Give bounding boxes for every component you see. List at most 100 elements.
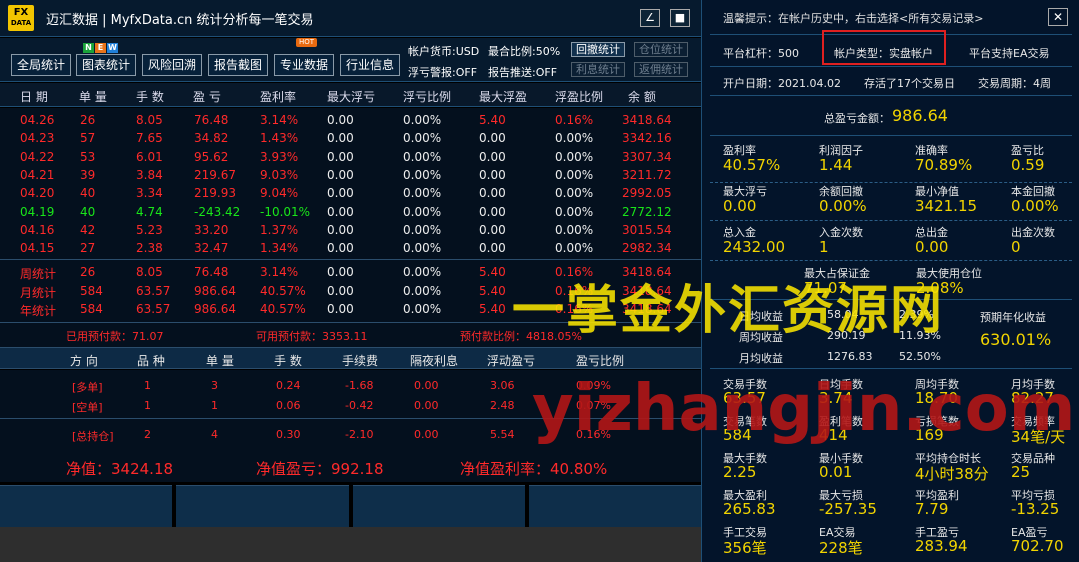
cell-rate: 1.43%: [260, 131, 299, 146]
annual-return-label: 预期年化收益: [980, 311, 1046, 324]
divider: [710, 182, 1072, 183]
cell-balance: 3418.64: [622, 113, 672, 127]
cell-lots: 4.74: [136, 204, 163, 219]
watermark-url: yizhangjin.com: [532, 372, 1076, 446]
cell-orders: 584: [80, 283, 103, 298]
close-button[interactable]: ✕: [1048, 8, 1068, 26]
divider: [710, 260, 1072, 261]
global-stats-button[interactable]: 全局统计: [11, 54, 72, 76]
cell-date: 周统计: [20, 267, 57, 281]
chart-stats-button[interactable]: 图表统计: [76, 54, 137, 76]
used-margin: 已用预付款：71.07: [66, 330, 164, 343]
cell-date: 04.23: [20, 131, 55, 146]
col-commission: 手续费: [342, 354, 379, 368]
cell-lots: 63.57: [136, 283, 171, 298]
divider: [710, 135, 1072, 136]
position-stats-button[interactable]: 仓位统计: [634, 42, 688, 57]
cell-date: 04.15: [20, 241, 55, 256]
cell-date: 04.16: [20, 222, 55, 237]
cell-date: 04.22: [20, 149, 55, 164]
cell-max-float-loss: 0.00: [327, 149, 354, 164]
watermark-cn: 一掌金外汇资源网: [512, 281, 945, 341]
cell-rate: 3.14%: [260, 265, 299, 279]
position-cell: 0.00: [414, 379, 439, 392]
bottom-tab[interactable]: [528, 485, 701, 527]
stat-value: 3421.15: [915, 197, 978, 215]
cell-max-float-loss: 0.00: [327, 302, 354, 316]
bottom-tab[interactable]: [176, 485, 349, 527]
cell-float-loss-ratio: 0.00%: [403, 265, 442, 279]
col-pnl: 盈 亏: [193, 90, 221, 104]
stat-value: 228笔: [819, 539, 863, 557]
cell-rate: 40.57%: [260, 302, 306, 316]
cell-float-loss-ratio: 0.00%: [403, 204, 442, 219]
minimize-button[interactable]: ∠: [640, 9, 660, 27]
position-cell: 5.54: [490, 428, 515, 441]
table-row[interactable]: 04.21 39 3.84 219.67 9.03% 0.00 0.00% 0.00 0.00%…: [0, 167, 701, 185]
drawdown-stats-button[interactable]: 回撤统计: [571, 42, 625, 57]
bottom-tab[interactable]: [0, 485, 173, 527]
window-title: 迈汇数据 | MyfxData.cn 统计分析每一笔交易: [46, 12, 314, 28]
interest-stats-button[interactable]: 利息统计: [571, 62, 625, 77]
float-loss-alert: 浮亏警报:OFF: [408, 66, 478, 79]
net-value: 净值：3424.18: [66, 460, 174, 478]
col-profit-rate: 盈利率: [260, 90, 297, 104]
cell-float-loss-ratio: 0.00%: [403, 283, 442, 298]
industry-info-button[interactable]: 行业信息: [340, 54, 401, 76]
cell-max-float-profit: 0.00: [479, 222, 506, 237]
stat-value: 1: [819, 238, 829, 256]
cell-orders: 57: [80, 131, 96, 146]
position-cell: 2.48: [490, 399, 515, 412]
tip-text: 温馨提示：在帐户历史中，右击选择<所有交易记录>: [723, 12, 984, 25]
pro-data-button[interactable]: 专业数据: [274, 54, 335, 76]
cell-float-profit-ratio: 0.00%: [555, 167, 594, 182]
table-row[interactable]: 04.20 40 3.34 219.93 9.04% 0.00 0.00% 0.00 0.00%…: [0, 185, 701, 203]
col-orders: 单 量: [79, 90, 107, 104]
table-row[interactable]: 04.15 27 2.38 32.47 1.34% 0.00 0.00% 0.00 0.00% 2…: [0, 240, 701, 258]
cell-float-loss-ratio: 0.00%: [403, 131, 442, 146]
cell-lots: 5.23: [136, 222, 163, 237]
cell-orders: 42: [80, 222, 96, 237]
cell-max-float-profit: 0.00: [479, 167, 506, 182]
title-bar: FX DATA 迈汇数据 | MyfxData.cn 统计分析每一笔交易 ∠ ■: [0, 0, 701, 37]
table-row[interactable]: 04.19 40 4.74 -243.42 -10.01% 0.00 0.00% 0.00 0.…: [0, 204, 701, 222]
cell-rate: 9.04%: [260, 186, 299, 201]
cell-balance: 3211.72: [622, 167, 672, 182]
cell-max-float-profit: 0.00: [479, 149, 506, 164]
position-cell: -1.68: [345, 379, 374, 392]
cell-max-float-profit: 5.40: [479, 265, 506, 279]
cell-balance: 3342.16: [622, 131, 672, 146]
col-balance: 余 额: [628, 90, 656, 104]
col-pnl-ratio: 盈亏比例: [576, 354, 625, 368]
cell-lots: 63.57: [136, 302, 171, 316]
cell-rate: 3.93%: [260, 149, 299, 164]
divider: [710, 368, 1072, 369]
risk-backtrack-button[interactable]: 风险回溯: [142, 54, 203, 76]
cell-balance: 3307.34: [622, 149, 672, 164]
report-screenshot-button[interactable]: 报告截图: [208, 54, 269, 76]
app-logo: FX DATA: [8, 5, 34, 31]
cell-float-loss-ratio: 0.00%: [403, 241, 442, 256]
table-row[interactable]: 04.23 57 7.65 34.82 1.43% 0.00 0.00% 0.00 0.00% 3…: [0, 130, 701, 148]
cell-rate: -10.01%: [260, 204, 311, 219]
stat-value: 2432.00: [723, 238, 786, 256]
maximize-button[interactable]: ■: [670, 9, 690, 27]
cell-orders: 53: [80, 149, 96, 164]
table-row[interactable]: 04.26 26 8.05 76.48 3.14% 0.00 0.00% 5.40 0.16% 3…: [0, 112, 701, 130]
divider: [710, 220, 1072, 221]
position-cell: 3.06: [490, 379, 515, 392]
table-row[interactable]: 04.22 53 6.01 95.62 3.93% 0.00 0.00% 0.00 0.00% 3…: [0, 149, 701, 167]
cell-lots: 7.65: [136, 131, 163, 146]
cell-pnl: 95.62: [194, 149, 229, 164]
report-push: 报告推送:OFF: [488, 66, 558, 79]
table-row[interactable]: 04.16 42 5.23 33.20 1.37% 0.00 0.00% 0.00 0.00% 3…: [0, 222, 701, 240]
position-cell: 1: [211, 399, 218, 412]
total-pnl-value: 986.64: [892, 106, 948, 125]
rebate-stats-button[interactable]: 返佣统计: [634, 62, 688, 77]
stat-value: 702.70: [1011, 537, 1064, 555]
position-cell: -2.10: [345, 428, 374, 441]
bottom-tab[interactable]: [352, 485, 525, 527]
divider: [0, 259, 701, 260]
stat-value: 283.94: [915, 537, 968, 555]
position-cell: 3: [211, 379, 218, 392]
